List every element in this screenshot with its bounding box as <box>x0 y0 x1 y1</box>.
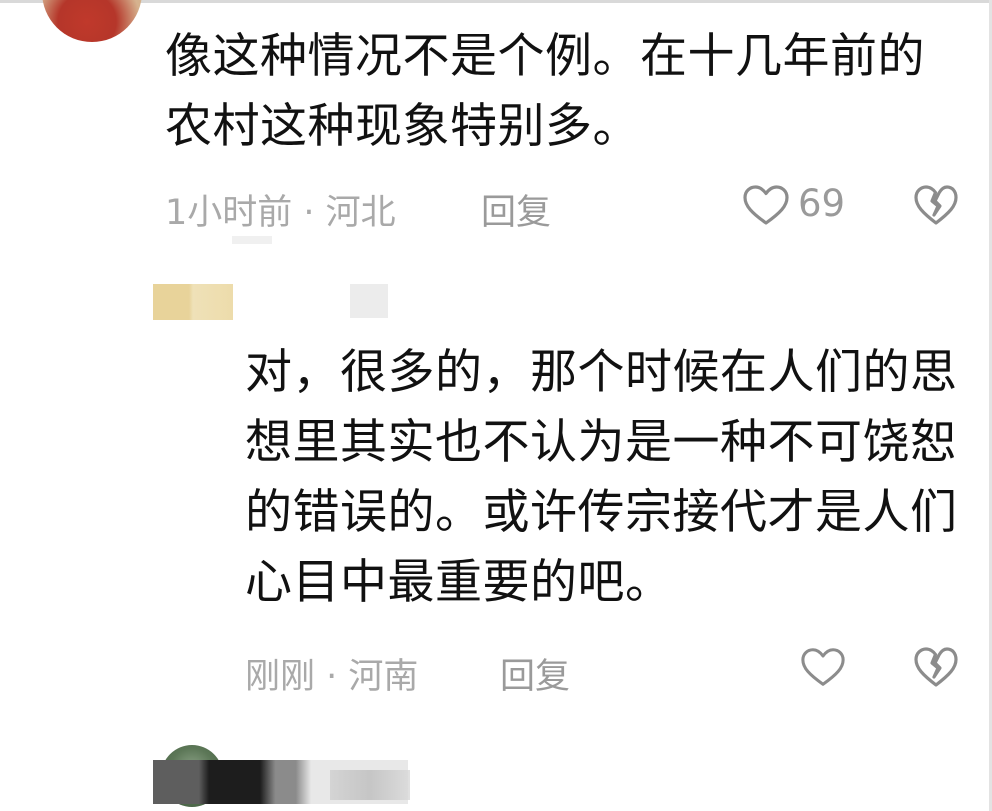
top-border <box>0 0 992 3</box>
like-count: 69 <box>798 182 846 225</box>
reply-line: 对，很多的，那个时候在人们的思 <box>245 345 958 400</box>
reply-line: 想里其实也不认为是一种不可饶恕 <box>245 415 958 470</box>
broken-heart-icon[interactable] <box>913 184 959 226</box>
comment-text: 像这种情况不是个例。在十几年前的 农村这种现象特别多。 <box>165 22 925 162</box>
comment-line: 农村这种现象特别多。 <box>165 99 640 154</box>
comment-avatar[interactable] <box>42 0 142 42</box>
broken-heart-icon[interactable] <box>913 646 959 688</box>
reply-time-location: 刚刚 · 河南 <box>245 657 419 697</box>
heart-outline-icon[interactable] <box>742 184 790 226</box>
reply-text: 对，很多的，那个时候在人们的思 想里其实也不认为是一种不可饶恕 的错误的。或许传… <box>245 338 958 618</box>
comment-line: 像这种情况不是个例。在十几年前的 <box>165 29 925 84</box>
reply-reply-button[interactable]: 回复 <box>500 648 570 699</box>
blurred-username <box>232 236 272 244</box>
reply-line: 心目中最重要的吧。 <box>245 555 673 610</box>
reply-line: 的错误的。或许传宗接代才是人们 <box>245 485 958 540</box>
comment-reply-button[interactable]: 回复 <box>481 184 551 235</box>
next-comment-username-blurred-part <box>330 770 410 800</box>
reply-username-blurred <box>350 284 388 318</box>
heart-outline-icon[interactable] <box>800 646 846 688</box>
comment-time-location: 1小时前 · 河北 <box>165 193 396 233</box>
reply-avatar-blurred[interactable] <box>153 284 233 320</box>
